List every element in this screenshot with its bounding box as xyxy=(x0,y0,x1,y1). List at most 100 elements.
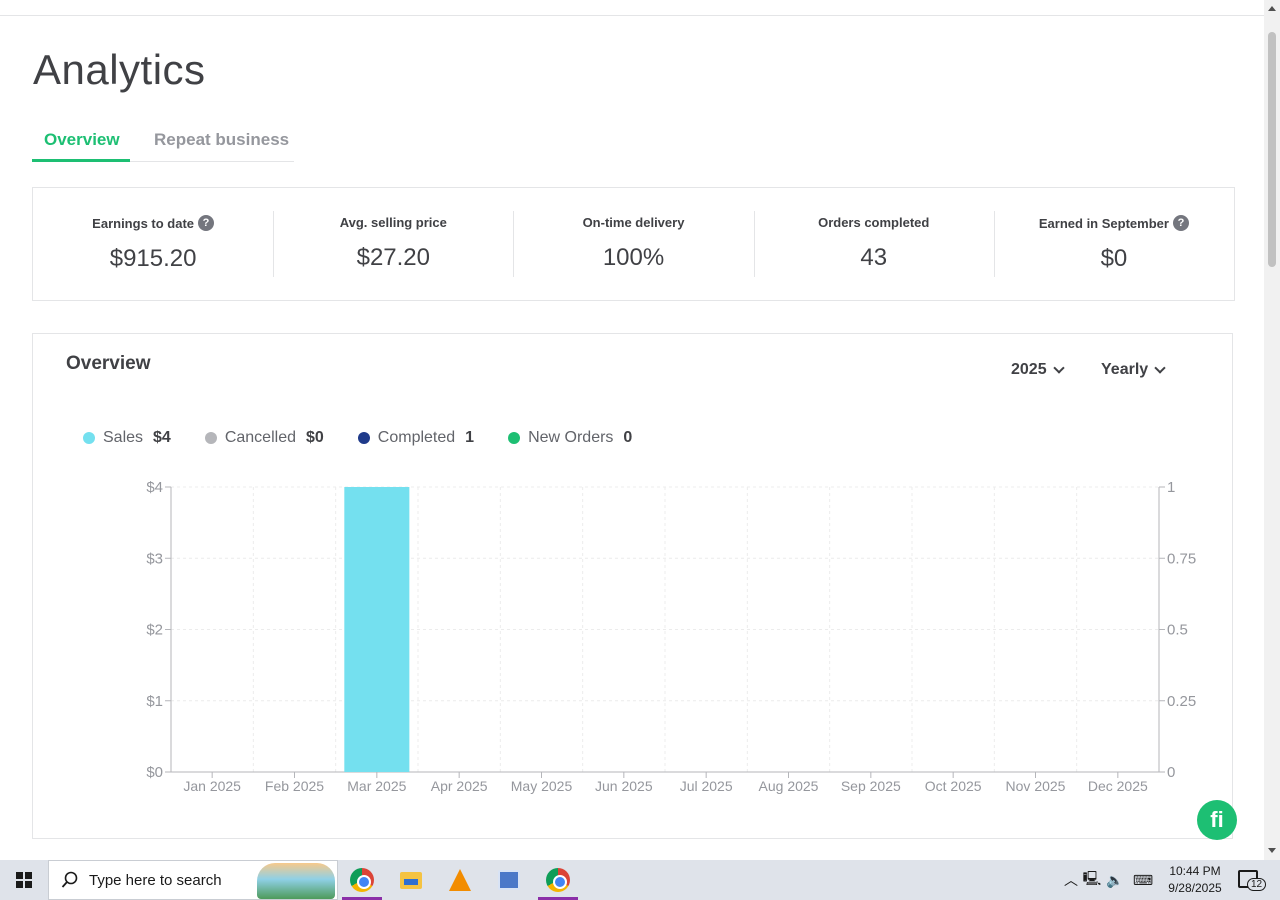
start-button[interactable] xyxy=(0,860,48,900)
x-tick-label: Dec 2025 xyxy=(1088,778,1148,794)
stat-label: Earnings to date xyxy=(92,215,195,231)
overview-card: Overview 2025 Yearly Sales $4 Cancelled … xyxy=(32,333,1233,839)
app-taskbar-icon[interactable] xyxy=(489,860,529,900)
legend-value: $0 xyxy=(305,429,324,446)
stat-label: Avg. selling price xyxy=(339,215,447,230)
y-tick-label: $1 xyxy=(146,693,163,710)
search-icon xyxy=(61,871,78,888)
year-dropdown[interactable]: 2025 xyxy=(1011,361,1065,379)
y-tick-label: $3 xyxy=(146,550,163,567)
y2-tick-label: 0.5 xyxy=(1167,622,1188,639)
x-tick-label: Aug 2025 xyxy=(759,778,819,794)
period-value: Yearly xyxy=(1101,361,1149,378)
help-icon[interactable]: ? xyxy=(198,215,215,231)
period-dropdown[interactable]: Yearly xyxy=(1101,361,1166,379)
scroll-thumb[interactable] xyxy=(1268,32,1276,267)
y2-tick-label: 0 xyxy=(1167,764,1175,781)
clock-date: 9/28/2025 xyxy=(1168,881,1222,895)
search-placeholder: Type here to search xyxy=(89,871,222,889)
legend-item-sales[interactable]: Sales $4 xyxy=(83,429,171,447)
scroll-up-icon[interactable] xyxy=(1268,6,1276,11)
vlc-icon xyxy=(449,869,471,891)
legend-value: 1 xyxy=(465,429,475,446)
legend-dot xyxy=(204,432,217,444)
scrollbar[interactable] xyxy=(1264,0,1280,860)
legend-value: $4 xyxy=(153,429,171,446)
chevron-up-icon[interactable]: ︿ xyxy=(1062,870,1080,890)
folder-icon xyxy=(400,871,422,889)
stat-label: Orders completed xyxy=(818,215,930,230)
stat-avg-selling-price: Avg. selling price $27.20 xyxy=(273,188,513,300)
search-highlight-image xyxy=(257,863,335,899)
chevron-down-icon xyxy=(1052,361,1065,374)
windows-icon xyxy=(16,872,32,888)
bar-sales xyxy=(344,487,410,772)
tab-repeat-business[interactable]: Repeat business xyxy=(154,130,289,150)
x-tick-label: Nov 2025 xyxy=(1006,778,1066,794)
x-tick-label: Oct 2025 xyxy=(925,778,982,794)
x-tick-label: Jun 2025 xyxy=(595,778,653,794)
stat-value: $915.20 xyxy=(109,244,197,272)
y-tick-label: $0 xyxy=(146,764,163,781)
year-value: 2025 xyxy=(1011,361,1047,378)
clock[interactable]: 10:44 PM 9/28/2025 xyxy=(1160,863,1230,897)
stat-value: 100% xyxy=(602,244,665,271)
legend-item-new-orders[interactable]: New Orders 0 xyxy=(508,429,632,447)
vlc-taskbar-icon[interactable] xyxy=(440,860,480,900)
legend-value: 0 xyxy=(623,429,633,446)
page-title: Analytics xyxy=(33,46,206,93)
chrome-profile-taskbar-icon[interactable] xyxy=(538,860,578,900)
legend-item-cancelled[interactable]: Cancelled $0 xyxy=(204,429,324,447)
legend-label: Completed xyxy=(377,429,456,446)
y2-tick-label: 0.25 xyxy=(1167,693,1196,710)
legend-item-completed[interactable]: Completed 1 xyxy=(357,429,475,447)
y-tick-label: $2 xyxy=(146,622,163,639)
overview-chart: $0 $1 $2 $3 $4 0 0.25 0.5 0.75 1 Jan 2025 Feb 2025 M… xyxy=(146,479,1196,794)
x-tick-label: Sep 2025 xyxy=(841,778,901,794)
tab-bar: Overview Repeat business xyxy=(32,120,294,162)
chrome-icon xyxy=(350,868,374,892)
legend-dot xyxy=(357,432,370,444)
fiverr-help-button[interactable]: fi xyxy=(1197,800,1237,840)
chevron-down-icon xyxy=(1154,361,1166,374)
x-tick-label: Jan 2025 xyxy=(183,778,241,794)
top-divider xyxy=(0,15,1264,16)
stats-panel: Earnings to date? $915.20 Avg. selling p… xyxy=(32,187,1235,301)
x-tick-label: Feb 2025 xyxy=(265,778,324,794)
x-tick-label: Apr 2025 xyxy=(431,778,488,794)
volume-icon[interactable]: 🔈 xyxy=(1104,872,1126,889)
network-icon[interactable]: 🖳 xyxy=(1080,868,1104,892)
x-tick-label: Mar 2025 xyxy=(347,778,406,794)
stat-label: On-time delivery xyxy=(582,215,685,230)
taskbar: Type here to search ︿ 🖳 🔈 ⌨ 10:44 PM 9/2… xyxy=(0,860,1280,900)
system-tray: ︿ 🖳 🔈 ⌨ xyxy=(1062,860,1160,900)
scroll-down-icon[interactable] xyxy=(1268,848,1276,853)
keyboard-icon[interactable]: ⌨ xyxy=(1126,872,1160,889)
overview-title: Overview xyxy=(66,353,151,374)
y2-tick-label: 1 xyxy=(1167,479,1175,496)
active-tab-indicator xyxy=(32,159,130,162)
legend-label: Cancelled xyxy=(224,429,296,446)
tab-overview[interactable]: Overview xyxy=(44,130,120,150)
chrome-taskbar-icon[interactable] xyxy=(342,860,382,900)
y-tick-label: $4 xyxy=(146,479,163,496)
stat-value: $27.20 xyxy=(356,244,430,271)
x-tick-label: Jul 2025 xyxy=(680,778,733,794)
stat-value: $0 xyxy=(1100,244,1128,272)
clock-time: 10:44 PM xyxy=(1169,864,1221,878)
file-explorer-taskbar-icon[interactable] xyxy=(391,860,431,900)
analytics-page: Analytics Overview Repeat business Earni… xyxy=(0,0,1264,860)
legend-label: Sales xyxy=(103,429,144,446)
x-tick-label: May 2025 xyxy=(511,778,573,794)
y2-tick-label: 0.75 xyxy=(1167,550,1196,567)
app-icon xyxy=(498,870,520,890)
legend-dot xyxy=(508,432,521,444)
taskbar-search[interactable]: Type here to search xyxy=(48,860,338,900)
stat-earnings-to-date: Earnings to date? $915.20 xyxy=(33,188,273,300)
notification-count: 12 xyxy=(1247,878,1267,891)
chart-legend: Sales $4 Cancelled $0 Completed 1 New Or… xyxy=(83,429,632,447)
stat-value: 43 xyxy=(860,244,888,271)
legend-label: New Orders xyxy=(528,429,614,446)
help-icon[interactable]: ? xyxy=(1172,215,1189,231)
stat-orders-completed: Orders completed 43 xyxy=(753,188,994,300)
